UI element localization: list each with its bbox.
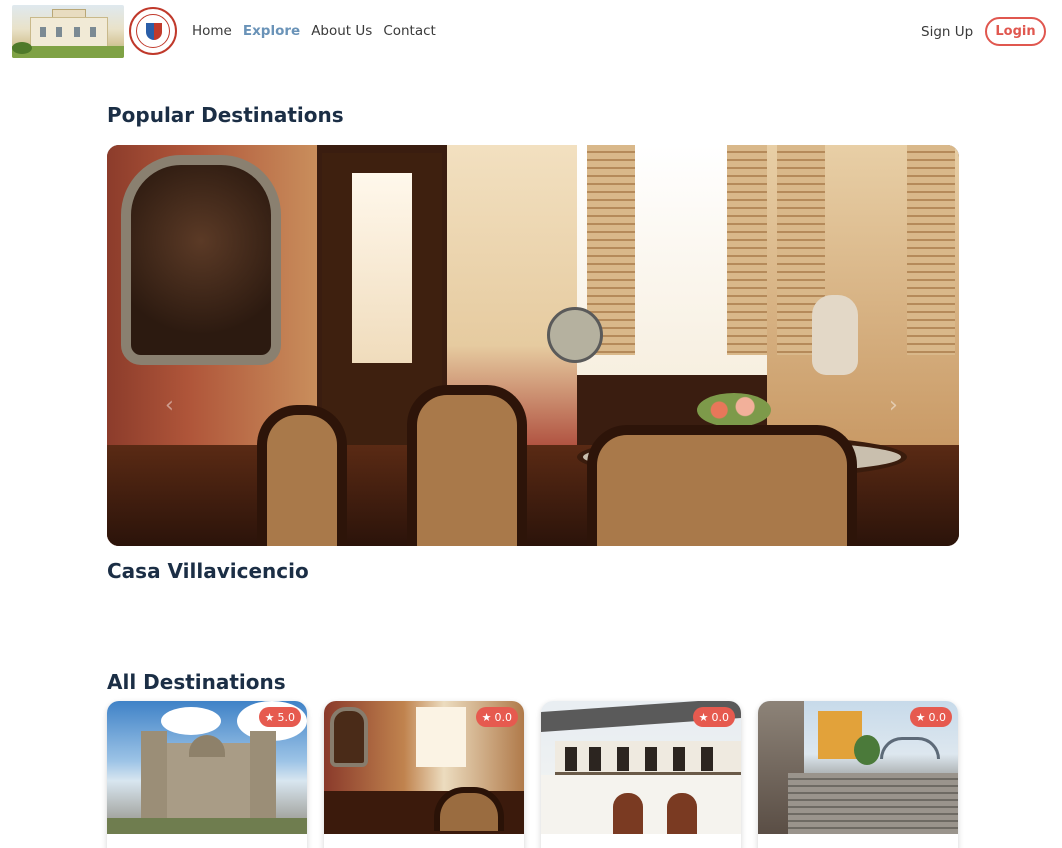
- cloud: [161, 707, 221, 735]
- rating-badge: ★ 0.0: [692, 707, 735, 727]
- interior-chair: [434, 787, 504, 831]
- seal-shield: [146, 23, 162, 40]
- municipal-hall-logo[interactable]: [12, 5, 124, 58]
- login-button[interactable]: Login: [985, 17, 1046, 46]
- house-window: [617, 747, 629, 771]
- star-icon: ★: [481, 710, 492, 724]
- house-door: [613, 793, 643, 834]
- nav-link-explore[interactable]: Explore: [243, 23, 300, 39]
- main-nav: Home Explore About Us Contact: [192, 23, 436, 39]
- hero-chair: [407, 385, 527, 546]
- all-destinations-heading: All Destinations: [107, 670, 286, 694]
- hero-mirror: [121, 155, 281, 365]
- church-tower: [250, 731, 276, 821]
- destination-card[interactable]: ★ 0.0: [324, 701, 524, 848]
- house-window: [673, 747, 685, 771]
- hero-fan: [547, 307, 603, 363]
- house-window: [565, 747, 577, 771]
- hero-vase: [812, 295, 858, 375]
- rating-badge: ★ 5.0: [258, 707, 301, 727]
- street-tree: [854, 735, 880, 765]
- hero-shutter: [907, 145, 955, 355]
- hero-door-light: [352, 173, 412, 363]
- destination-card[interactable]: ★ 5.0: [107, 701, 307, 848]
- popular-destinations-heading: Popular Destinations: [107, 103, 344, 127]
- church-lawn: [107, 818, 307, 834]
- municipal-seal-logo[interactable]: [129, 7, 177, 55]
- rating-badge: ★ 0.0: [475, 707, 518, 727]
- street-arch: [880, 737, 940, 759]
- sign-up-link[interactable]: Sign Up: [921, 24, 973, 40]
- chevron-left-icon[interactable]: ‹: [165, 393, 174, 418]
- church-tower: [141, 731, 167, 821]
- rating-value: 5.0: [277, 710, 296, 724]
- logo-window: [90, 27, 96, 37]
- interior-window: [416, 707, 466, 767]
- popular-destinations-carousel[interactable]: ‹ ›: [107, 145, 959, 546]
- street-stairs: [788, 773, 958, 834]
- house-window: [589, 747, 601, 771]
- nav-link-home[interactable]: Home: [192, 23, 232, 39]
- hero-flowers: [697, 393, 771, 427]
- nav-link-contact[interactable]: Contact: [383, 23, 436, 39]
- rating-value: 0.0: [494, 710, 513, 724]
- nav-link-about-us[interactable]: About Us: [311, 23, 372, 39]
- logo-window: [40, 27, 46, 37]
- destination-card[interactable]: ★ 0.0: [758, 701, 958, 848]
- hero-chair: [257, 405, 347, 546]
- destination-card[interactable]: ★ 0.0: [541, 701, 741, 848]
- logo-window: [74, 27, 80, 37]
- rating-badge: ★ 0.0: [909, 707, 952, 727]
- house-window: [701, 747, 713, 771]
- house-window: [645, 747, 657, 771]
- navbar: Home Explore About Us Contact Sign Up Lo…: [0, 0, 1062, 62]
- church-dome: [189, 735, 225, 757]
- carousel-caption[interactable]: Casa Villavicencio: [107, 559, 309, 583]
- logo-window: [56, 27, 62, 37]
- rating-value: 0.0: [928, 710, 947, 724]
- house-door: [667, 793, 697, 834]
- hero-chair: [587, 425, 857, 546]
- logo-bush: [12, 42, 32, 54]
- star-icon: ★: [698, 710, 709, 724]
- star-icon: ★: [915, 710, 926, 724]
- star-icon: ★: [264, 710, 275, 724]
- interior-mirror: [330, 707, 368, 767]
- rating-value: 0.0: [711, 710, 730, 724]
- chevron-right-icon[interactable]: ›: [889, 393, 898, 418]
